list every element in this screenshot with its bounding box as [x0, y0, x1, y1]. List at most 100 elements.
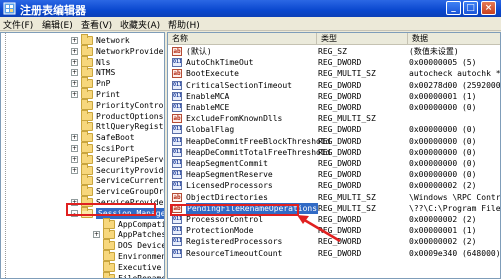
binary-value-icon: 011 [172, 215, 182, 224]
value-data: 0x00000000 (0) [409, 125, 477, 135]
tree-item[interactable]: FileRenameOp [1, 271, 164, 278]
expand-icon[interactable]: + [71, 47, 78, 55]
value-row[interactable]: 011 LicensedProcessors REG_DWORD 0x00000002… [168, 180, 500, 191]
value-type: REG_DWORD [318, 58, 362, 68]
tree-item[interactable]: Executive [1, 260, 164, 273]
expand-icon[interactable]: + [71, 69, 78, 77]
value-row[interactable]: 011 CriticalSectionTimeout REG_DWORD 0x0027… [168, 80, 500, 91]
value-row[interactable]: 011 HeapDeCommitTotalFreeThreshold REG_DWO… [168, 147, 500, 158]
value-row[interactable]: 011 HeapDeCommitFreeBlockThreshold REG_DWO… [168, 136, 500, 147]
expand-icon[interactable]: + [71, 37, 78, 44]
value-row[interactable]: 011 ResourceTimeoutCount REG_DWORD 0x0009e3… [168, 248, 500, 259]
value-row[interactable]: ab ObjectDirectories REG_MULTI_SZ \Windows … [168, 192, 500, 203]
tree-item-label: AppCompatibi [118, 219, 164, 229]
string-value-icon: ab [172, 69, 182, 79]
value-type: REG_DWORD [318, 136, 362, 146]
tree-item-label: ServiceCurrent [96, 176, 164, 186]
value-data: 0x00000001 (1) [409, 91, 477, 101]
folder-icon [81, 66, 93, 78]
value-row[interactable]: 011 HeapSegmentReserve REG_DWORD 0x00000000… [168, 169, 500, 180]
value-type: REG_DWORD [318, 226, 362, 236]
column-header-name[interactable]: 名称 [168, 33, 317, 45]
expand-icon[interactable]: + [71, 91, 78, 98]
tree-item-label: SafeBoot [96, 133, 135, 143]
title-bar: 注册表编辑器 _ □ × [0, 0, 501, 17]
expand-icon[interactable]: + [71, 134, 78, 142]
value-row[interactable]: ab (默认) REG_SZ (数值未设置) [168, 46, 500, 57]
value-row[interactable]: 011 GlobalFlag REG_DWORD 0x00000000 (0) [168, 124, 500, 135]
value-type: REG_DWORD [318, 248, 362, 258]
value-type: REG_DWORD [318, 147, 362, 157]
folder-icon [81, 55, 93, 67]
value-data: 0x00000002 (2) [409, 215, 477, 224]
value-row[interactable]: 011 HeapSegmentCommit REG_DWORD 0x00000000 … [168, 158, 500, 169]
tree-item-label: PnP [96, 79, 111, 89]
value-row[interactable]: 011 RegisteredProcessors REG_DWORD 0x000000… [168, 236, 500, 247]
menu-edit[interactable]: 编辑(E) [42, 18, 73, 31]
tree-item[interactable]: AppCompatibi [1, 217, 164, 230]
expand-icon[interactable]: + [71, 80, 78, 88]
string-value-icon: ab [172, 114, 182, 124]
value-type: REG_MULTI_SZ [318, 69, 376, 79]
value-name: EnableMCA [186, 91, 230, 101]
value-data: (数值未设置) [409, 47, 459, 56]
tree-item[interactable]: DOS Devices [1, 239, 164, 251]
expand-icon[interactable]: + [93, 231, 100, 239]
annotation-box-pending-rename [170, 204, 299, 216]
folder-icon [81, 77, 93, 89]
value-row[interactable]: 011 AutoChkTimeOut REG_DWORD 0x00000005 (5) [168, 57, 500, 68]
maximize-button[interactable]: □ [463, 1, 478, 15]
value-type: REG_SZ [318, 47, 347, 56]
tree-item-label: SecurityProvide [96, 165, 165, 175]
menu-view[interactable]: 查看(V) [81, 18, 112, 31]
expand-icon[interactable]: + [71, 155, 78, 163]
close-button[interactable]: × [481, 1, 496, 15]
folder-icon [103, 228, 115, 240]
binary-value-icon: 011 [172, 248, 182, 258]
menu-favorites[interactable]: 收藏夹(A) [120, 18, 160, 31]
value-data: 0x00000002 (2) [409, 181, 477, 191]
folder-icon [81, 120, 93, 132]
binary-value-icon: 011 [172, 181, 182, 191]
value-name: HeapDeCommitTotalFreeThreshold [186, 147, 331, 157]
value-row[interactable]: ab ExcludeFromKnownDlls REG_MULTI_SZ [168, 113, 500, 124]
value-name: ExcludeFromKnownDlls [186, 114, 283, 124]
folder-icon [103, 271, 115, 278]
values-list[interactable]: 名称 类型 数据 ab (默认) REG_SZ (数值未设置) 011 AutoChkTi… [167, 32, 501, 279]
value-name: ObjectDirectories [186, 192, 268, 202]
expand-icon[interactable]: + [71, 145, 78, 152]
expand-icon[interactable]: + [71, 166, 78, 174]
menu-help[interactable]: 帮助(H) [168, 18, 200, 31]
tree-item-label: Print [96, 90, 121, 99]
value-name: ProtectionMode [186, 226, 254, 236]
value-row[interactable]: 011 EnableMCA REG_DWORD 0x00000001 (1) [168, 91, 500, 102]
registry-tree[interactable]: + Network + NetworkProvider + Nls + NTMS + PnP + Pr… [0, 32, 165, 279]
menu-bar: 文件(F) 编辑(E) 查看(V) 收藏夹(A) 帮助(H) [0, 17, 501, 31]
tree-item-label: DOS Devices [118, 241, 164, 251]
value-name: HeapDeCommitFreeBlockThreshold [186, 136, 331, 146]
tree-item-label: SecurePipeServe [96, 154, 165, 164]
column-header-type[interactable]: 类型 [317, 33, 408, 45]
folder-icon [103, 260, 115, 272]
value-row[interactable]: 011 ProtectionMode REG_DWORD 0x00000001 (1) [168, 225, 500, 236]
tree-item-label: Executive [118, 262, 162, 272]
value-name: EnableMCE [186, 103, 230, 112]
folder-icon [81, 185, 93, 197]
minimize-button[interactable]: _ [446, 1, 461, 15]
tree-item[interactable]: Environment [1, 250, 164, 262]
binary-value-icon: 011 [172, 136, 182, 146]
binary-value-icon: 011 [172, 226, 182, 236]
column-header-data[interactable]: 数据 [408, 33, 500, 45]
value-type: REG_DWORD [318, 181, 362, 191]
expand-icon[interactable]: + [71, 58, 78, 66]
tree-item[interactable]: + AppPatches [1, 228, 164, 240]
tree-item-label: ServiceGroupOrd [96, 187, 165, 197]
value-row[interactable]: ab BootExecute REG_MULTI_SZ autocheck autoc… [168, 68, 500, 79]
value-data: 0x00000005 (5) [409, 58, 477, 68]
value-row[interactable]: 011 EnableMCE REG_DWORD 0x00000000 (0) [168, 102, 500, 113]
value-data: 0x00000000 (0) [409, 136, 477, 146]
tree-item-label: Network [96, 36, 130, 45]
value-name: HeapSegmentCommit [186, 159, 268, 168]
binary-value-icon: 011 [172, 170, 182, 180]
menu-file[interactable]: 文件(F) [3, 18, 33, 31]
